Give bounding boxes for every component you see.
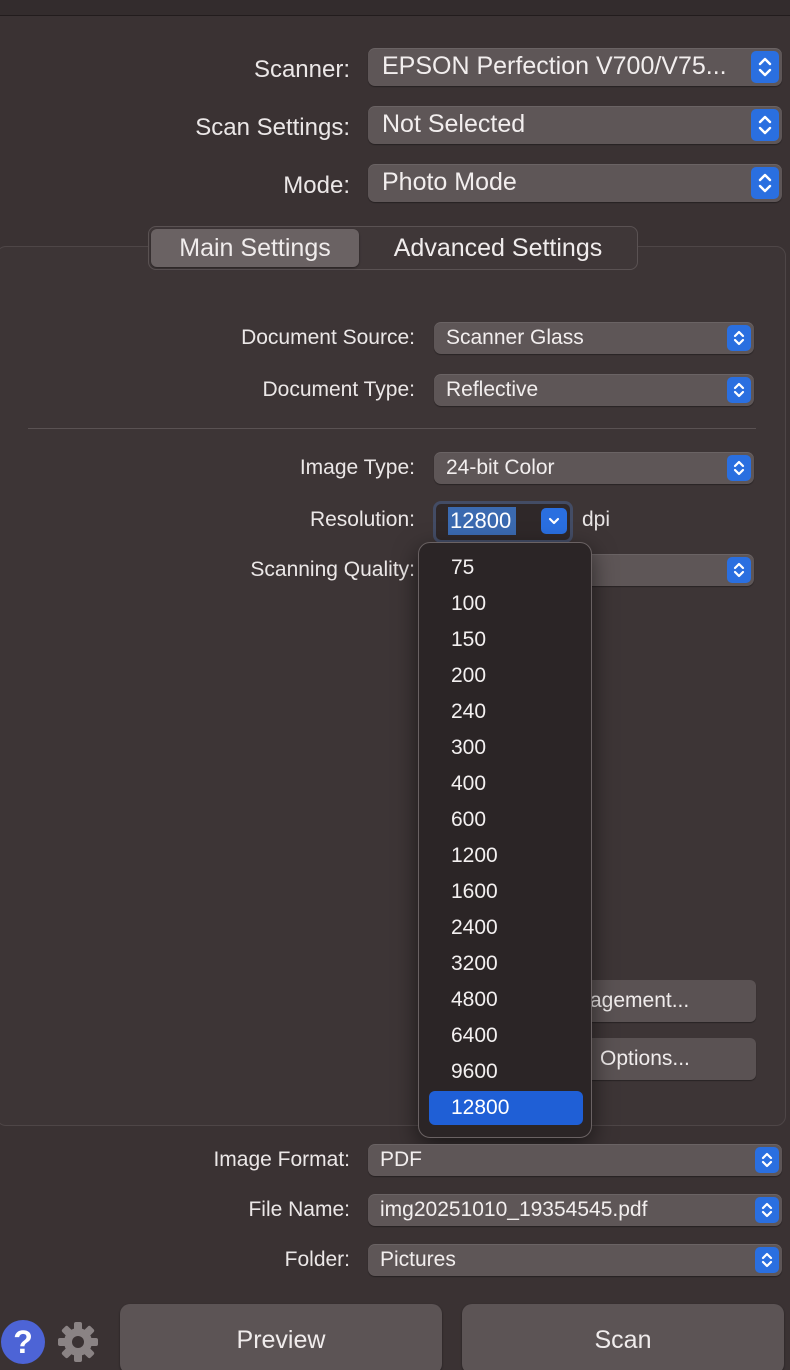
image-type-label: Image Type: (299, 456, 415, 479)
file-name-popup[interactable]: img20251010_19354545.pdf (368, 1194, 782, 1226)
document-source-popup[interactable]: Scanner Glass (434, 322, 754, 354)
scanning-quality-popup[interactable] (580, 554, 754, 586)
scanning-quality-label: Scanning Quality: (250, 558, 415, 581)
image-format-popup[interactable]: PDF (368, 1144, 782, 1176)
image-format-value: PDF (380, 1148, 422, 1171)
folder-label: Folder: (284, 1248, 350, 1271)
image-type-popup[interactable]: 24-bit Color (434, 452, 754, 484)
document-type-label: Document Type: (262, 378, 415, 401)
menu-item[interactable]: 6400 (429, 1019, 583, 1053)
up-down-chevron-icon (751, 51, 779, 83)
resolution-input[interactable]: 12800 (448, 507, 516, 535)
menu-item[interactable]: 240 (429, 695, 583, 729)
menu-item[interactable]: 9600 (429, 1055, 583, 1089)
up-down-chevron-icon (755, 1147, 779, 1173)
color-management-label: agement... (590, 989, 690, 1012)
settings-tabs: Main Settings Advanced Settings (148, 226, 638, 270)
document-type-popup[interactable]: Reflective (434, 374, 754, 406)
menu-item[interactable]: 3200 (429, 947, 583, 981)
up-down-chevron-icon (727, 325, 751, 351)
section-divider (28, 428, 756, 429)
scanner-value: EPSON Perfection V700/V75... (382, 52, 727, 80)
window-titlebar-edge (0, 0, 790, 16)
up-down-chevron-icon (755, 1197, 779, 1223)
menu-item[interactable]: 2400 (429, 911, 583, 945)
file-name-label: File Name: (248, 1198, 350, 1221)
resolution-label: Resolution: (309, 508, 415, 531)
menu-item-selected[interactable]: 12800 (429, 1091, 583, 1125)
scan-button[interactable]: Scan (462, 1304, 784, 1370)
image-type-value: 24-bit Color (446, 456, 555, 479)
folder-popup[interactable]: Pictures (368, 1244, 782, 1276)
scan-settings-label: Scan Settings: (195, 114, 350, 141)
document-source-label: Document Source: (241, 326, 415, 349)
preview-button[interactable]: Preview (120, 1304, 442, 1370)
chevron-down-icon (548, 517, 560, 525)
gear-icon[interactable] (54, 1318, 102, 1366)
scanner-label: Scanner: (253, 56, 350, 83)
menu-item[interactable]: 100 (429, 587, 583, 621)
folder-value: Pictures (380, 1248, 456, 1271)
tab-advanced-settings[interactable]: Advanced Settings (363, 229, 633, 267)
mode-popup[interactable]: Photo Mode (368, 164, 782, 202)
scan-settings-value: Not Selected (382, 110, 526, 138)
menu-item[interactable]: 400 (429, 767, 583, 801)
menu-item[interactable]: 300 (429, 731, 583, 765)
question-mark-icon[interactable]: ? (1, 1320, 45, 1364)
resolution-unit: dpi (582, 508, 611, 531)
menu-item[interactable]: 75 (429, 551, 583, 585)
menu-item[interactable]: 150 (429, 623, 583, 657)
menu-item[interactable]: 600 (429, 803, 583, 837)
up-down-chevron-icon (727, 377, 751, 403)
mode-label: Mode: (283, 172, 350, 199)
file-name-value: img20251010_19354545.pdf (380, 1198, 648, 1221)
up-down-chevron-icon (755, 1247, 779, 1273)
menu-item[interactable]: 1600 (429, 875, 583, 909)
resolution-dropdown-button[interactable] (541, 508, 567, 534)
menu-item[interactable]: 200 (429, 659, 583, 693)
scanner-popup[interactable]: EPSON Perfection V700/V75... (368, 48, 782, 86)
document-type-value: Reflective (446, 378, 539, 401)
up-down-chevron-icon (727, 557, 751, 583)
tab-main-settings[interactable]: Main Settings (151, 229, 359, 267)
menu-item[interactable]: 4800 (429, 983, 583, 1017)
resolution-menu: 75 100 150 200 240 300 400 600 1200 1600… (418, 542, 592, 1138)
image-format-label: Image Format: (213, 1148, 350, 1171)
scan-settings-popup[interactable]: Not Selected (368, 106, 782, 144)
mode-value: Photo Mode (382, 168, 517, 196)
up-down-chevron-icon (727, 455, 751, 481)
options-label: Options... (600, 1047, 690, 1070)
up-down-chevron-icon (751, 167, 779, 199)
document-source-value: Scanner Glass (446, 326, 584, 349)
menu-item[interactable]: 1200 (429, 839, 583, 873)
up-down-chevron-icon (751, 109, 779, 141)
